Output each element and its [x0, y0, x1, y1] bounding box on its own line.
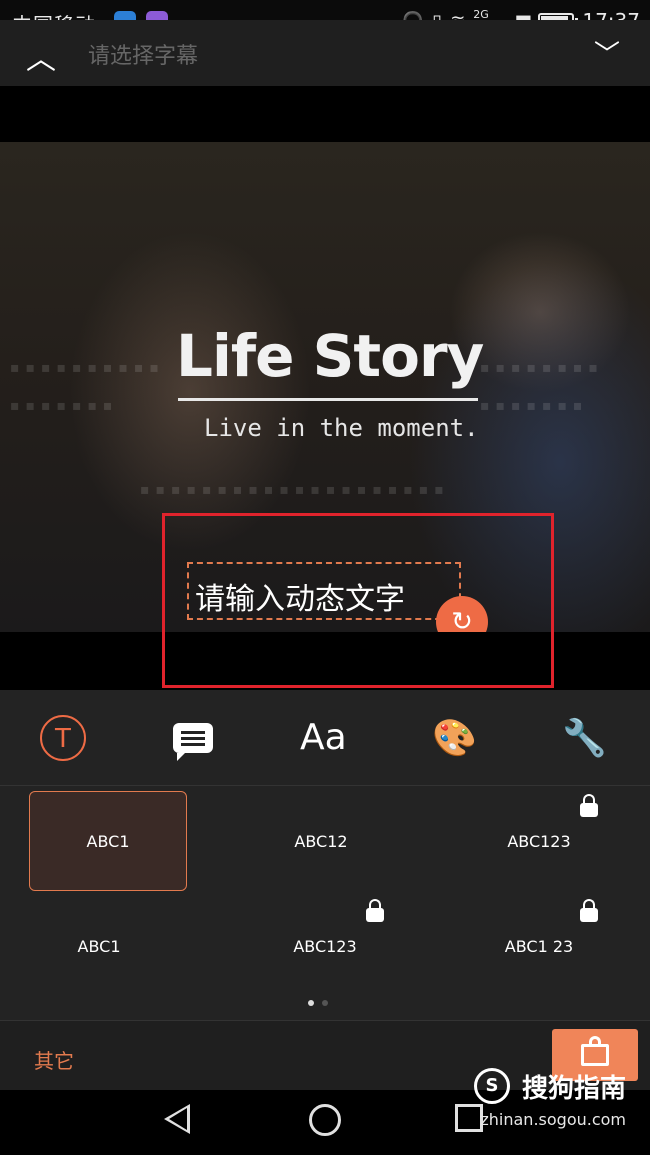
style-option[interactable]: ABC123 [460, 791, 618, 891]
subline-text: Live in the moment. [204, 414, 479, 442]
wrench-icon: 🔧 [562, 717, 607, 759]
color-tool[interactable]: 🎨 [432, 690, 477, 785]
style-option-label: ABC123 [293, 936, 357, 956]
style-option[interactable]: ABC1 [29, 791, 187, 891]
subtitle-selector-bar: ︿ 请选择字幕 ﹀ [0, 20, 650, 86]
lock-icon [580, 794, 598, 817]
font-tool[interactable]: Aa [300, 690, 347, 785]
blurred-background-text: ▪▪▪▪▪▪▪▪▪▪ [10, 360, 165, 376]
text-style-grid: ABC1 ABC12 ABC123 ABC1 ABC123 ABC1 23 [0, 786, 650, 1020]
style-option[interactable]: ABC1 23 [460, 896, 618, 996]
editing-toolbar: T Aa 🎨 🔧 [0, 690, 650, 786]
font-icon: Aa [300, 717, 347, 758]
speech-bubble-icon [173, 722, 213, 761]
page-indicator[interactable] [308, 1000, 328, 1006]
style-option-label: ABC1 [77, 936, 121, 956]
watermark-brand: 搜狗指南 [521, 1074, 626, 1104]
headline-underline [178, 398, 478, 401]
blurred-background-text: ▪▪▪▪▪▪▪ [480, 398, 589, 414]
recent-apps-icon[interactable] [455, 1104, 483, 1132]
home-icon[interactable] [309, 1104, 341, 1136]
settings-tool[interactable]: 🔧 [562, 690, 607, 785]
sogou-logo-icon: S [474, 1068, 510, 1104]
style-option[interactable]: ABC12 [242, 791, 400, 891]
annotation-highlight-box [162, 513, 554, 688]
style-option-label: ABC123 [507, 831, 571, 851]
network-type: 2G [473, 7, 489, 21]
shopping-bag-icon [581, 1036, 609, 1066]
chevron-up-icon[interactable]: ︿ [26, 34, 56, 78]
text-style-icon: T [40, 714, 86, 761]
subtitle-selector-title[interactable]: 请选择字幕 [88, 38, 198, 70]
blurred-background-text: ▪▪▪▪▪▪▪▪▪▪▪▪▪▪▪▪▪▪▪▪ [140, 482, 450, 498]
page-dot [322, 1000, 328, 1006]
headline-text: Life Story [176, 322, 484, 390]
style-option-label: ABC1 [86, 831, 130, 851]
blurred-background-text: ▪▪▪▪▪▪▪ [10, 398, 119, 414]
style-option[interactable]: ABC1 [20, 896, 178, 996]
speech-bubble-tool[interactable] [173, 690, 213, 785]
style-option[interactable]: ABC123 [246, 896, 404, 996]
back-icon[interactable] [164, 1104, 190, 1134]
page-dot-active [308, 1000, 314, 1006]
lock-icon [580, 899, 598, 922]
style-option-label: ABC12 [294, 831, 348, 851]
lock-icon [366, 899, 384, 922]
palette-icon: 🎨 [432, 717, 477, 759]
style-option-label: ABC1 23 [504, 936, 574, 956]
chevron-down-icon[interactable]: ﹀ [594, 34, 620, 71]
watermark-url: zhinan.sogou.com [480, 1110, 626, 1129]
text-style-tool[interactable]: T [40, 690, 86, 785]
blurred-background-text: ▪▪▪▪▪▪▪▪ [480, 360, 604, 376]
other-button[interactable]: 其它 [34, 1045, 74, 1074]
